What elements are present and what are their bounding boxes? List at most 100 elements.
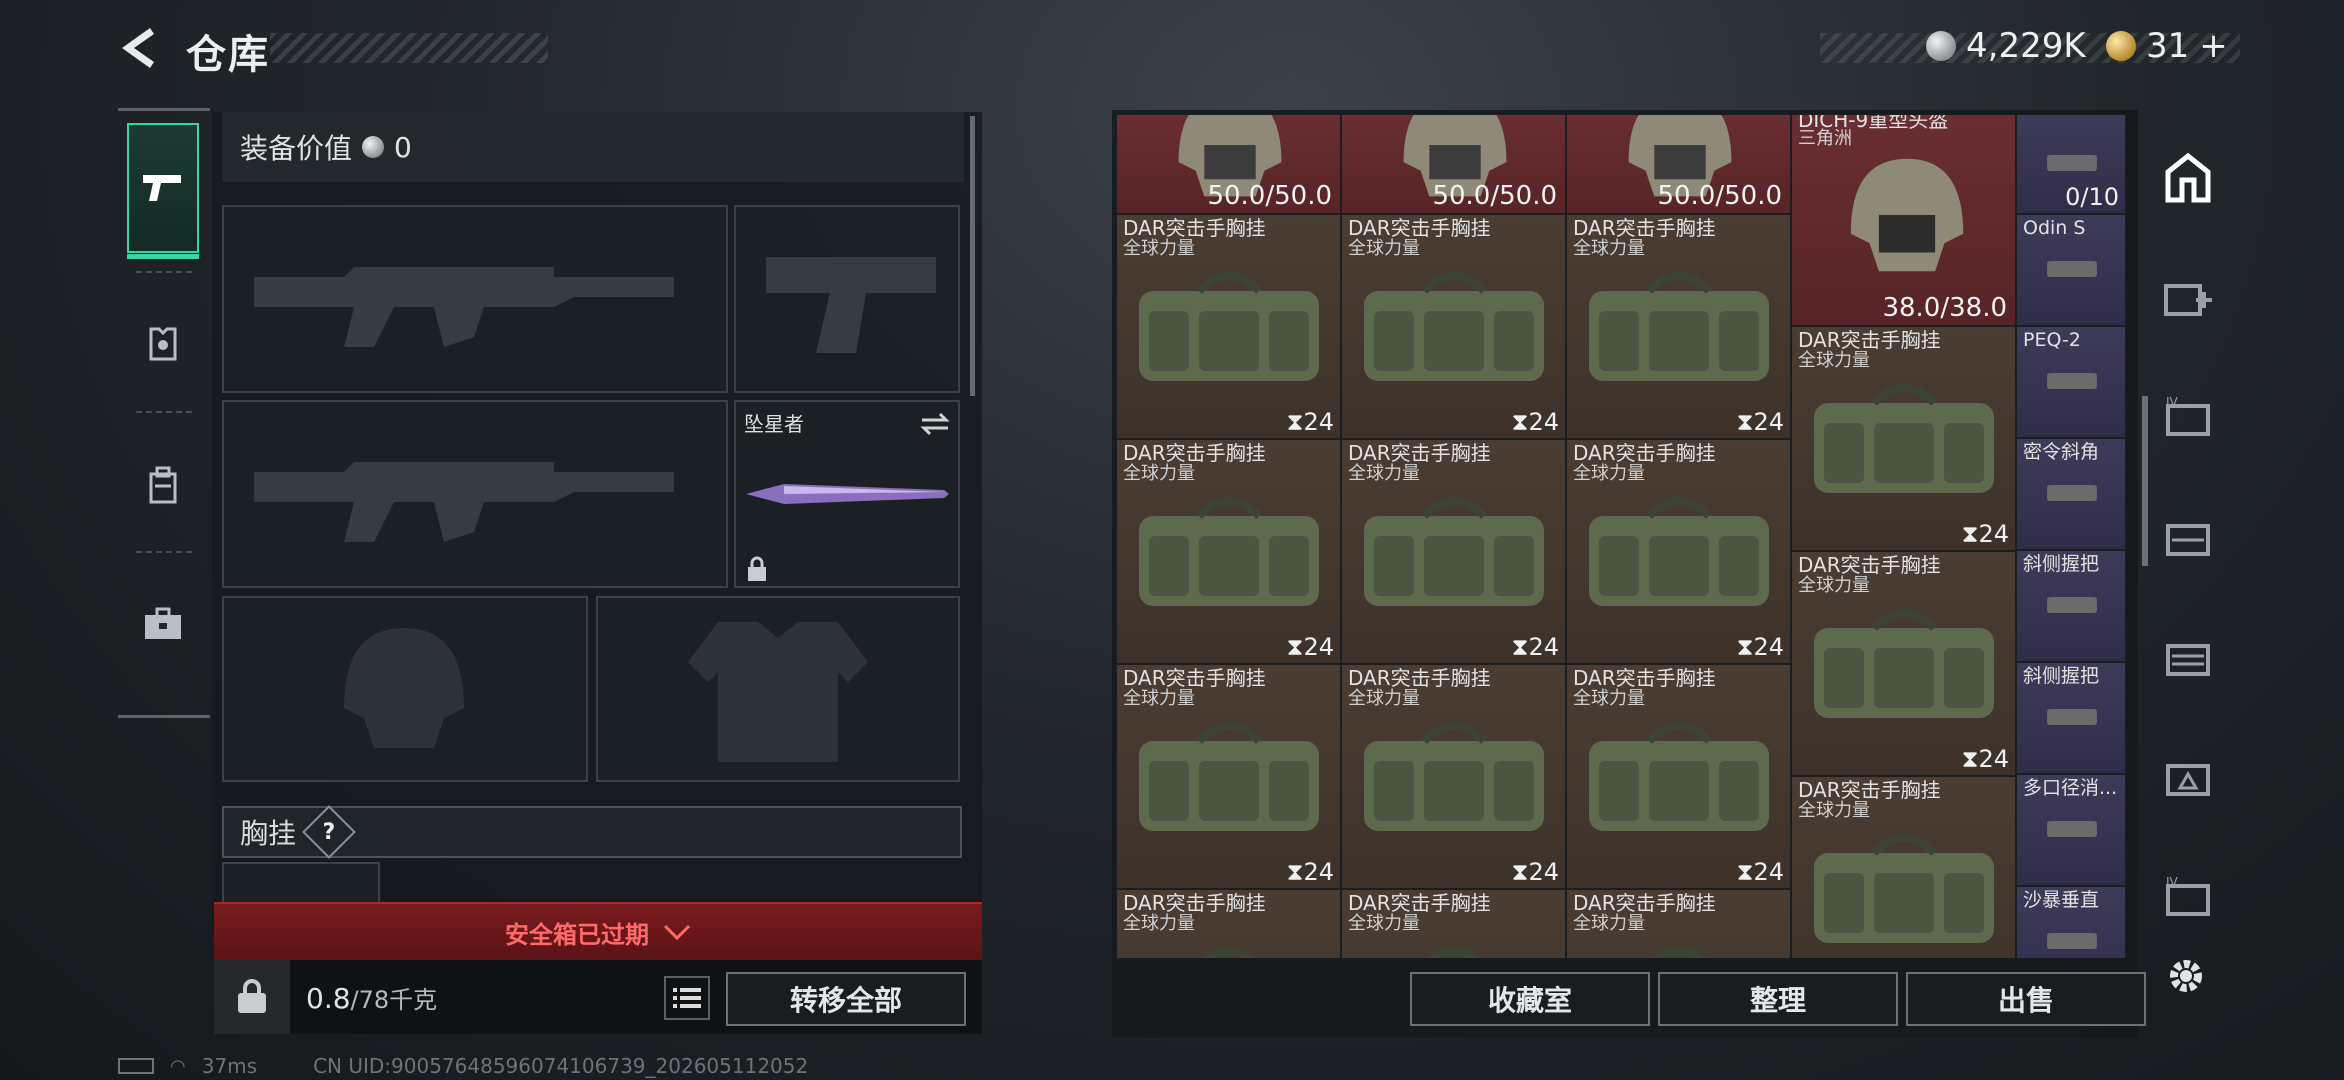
secondary-weapon-slot[interactable] bbox=[734, 205, 960, 393]
equipment-value: 装备价值 0 bbox=[222, 112, 964, 182]
item-subname: 全球力量 bbox=[1123, 913, 1195, 934]
chest-rig-item[interactable]: DAR突击手胸挂 全球力量 ⧗24 bbox=[1791, 326, 2016, 551]
attachment-icon bbox=[2047, 485, 2097, 501]
item-count: ⧗24 bbox=[1511, 633, 1559, 661]
attachment-item[interactable]: 密令斜角 bbox=[2016, 438, 2126, 550]
attachment-name: 密令斜角 bbox=[2023, 441, 2100, 463]
item-subname: 全球力量 bbox=[1573, 688, 1645, 709]
chest-rig-item[interactable]: DAR突击手胸挂 全球力量 ⧗24 bbox=[1341, 439, 1566, 664]
carry-weight: 0.8/78千克 bbox=[306, 980, 437, 1015]
storage-5-icon[interactable]: IV bbox=[2160, 870, 2216, 926]
equipment-value-amount: 0 bbox=[394, 130, 412, 164]
silver-currency: 4,229K bbox=[1926, 26, 2086, 66]
melee-name: 坠星者 bbox=[744, 412, 804, 436]
item-subname: 全球力量 bbox=[1798, 350, 1870, 371]
user-uid: CN UID:90057648596074106739_202605112052 bbox=[313, 1054, 809, 1078]
item-name: DAR突击手胸挂 bbox=[1348, 891, 1491, 915]
stash-home-icon[interactable] bbox=[2160, 150, 2216, 206]
attachment-name: 沙暴垂直 bbox=[2023, 889, 2100, 911]
list-view-button[interactable] bbox=[664, 976, 710, 1020]
swap-icon[interactable] bbox=[920, 412, 950, 436]
helmet-item[interactable]: 50.0/50.0 bbox=[1566, 114, 1791, 214]
sell-button[interactable]: 出售 bbox=[1906, 972, 2146, 1026]
storage-4-icon[interactable]: IV bbox=[2160, 390, 2216, 446]
storage-2-icon[interactable] bbox=[2160, 630, 2216, 686]
helmet-item[interactable]: 50.0/50.0 bbox=[1116, 114, 1341, 214]
chest-rig-slot[interactable] bbox=[222, 862, 380, 902]
item-name: DAR突击手胸挂 bbox=[1798, 778, 1941, 802]
transfer-all-button[interactable]: 转移全部 bbox=[726, 972, 966, 1026]
help-icon[interactable]: ? bbox=[302, 805, 356, 859]
attachment-item[interactable]: 斜侧握把 bbox=[2016, 550, 2126, 662]
chest-rig-item[interactable]: DAR突击手胸挂 全球力量 ⧗24 bbox=[1116, 214, 1341, 439]
wifi-icon: ◠ bbox=[170, 1055, 186, 1077]
chest-rig-item[interactable]: DAR突击手胸挂 全球力量 ⧗24 bbox=[1116, 664, 1341, 889]
chest-rig-item[interactable]: DAR突击手胸挂 全球力量 ⧗24 bbox=[1566, 439, 1791, 664]
safe-box-expired-bar[interactable]: 安全箱已过期 bbox=[214, 902, 982, 960]
attachment-icon bbox=[2047, 261, 2097, 277]
item-subname: 全球力量 bbox=[1123, 463, 1195, 484]
add-storage-icon[interactable] bbox=[2160, 270, 2216, 326]
organize-button[interactable]: 整理 bbox=[1658, 972, 1898, 1026]
collection-room-button[interactable]: 收藏室 bbox=[1410, 972, 1650, 1026]
chest-rig-item[interactable]: DAR突击手胸挂 全球力量 ⧗24 bbox=[1341, 214, 1566, 439]
tab-weapons[interactable] bbox=[127, 123, 199, 259]
item-subname: 全球力量 bbox=[1573, 913, 1645, 934]
attachment-item[interactable]: 多口径消... bbox=[2016, 774, 2126, 886]
primary-weapon-slot[interactable] bbox=[222, 205, 728, 393]
item-subname: 全球力量 bbox=[1573, 463, 1645, 484]
tab-case[interactable] bbox=[127, 559, 199, 689]
helmet-slot[interactable] bbox=[222, 596, 588, 782]
chest-rig-item[interactable]: DAR突击手胸挂 全球力量 ⧗24 bbox=[1116, 439, 1341, 664]
heavy-helmet-item[interactable]: DICH-9重型头盔 三角洲 38.0/38.0 bbox=[1791, 114, 2016, 326]
attachment-item[interactable]: Odin S bbox=[2016, 214, 2126, 326]
item-name: DAR突击手胸挂 bbox=[1123, 666, 1266, 690]
item-count: ⧗24 bbox=[1961, 745, 2009, 773]
helmet-item[interactable]: 50.0/50.0 bbox=[1341, 114, 1566, 214]
durability: 50.0/50.0 bbox=[1207, 181, 1332, 211]
settings-gear-icon[interactable] bbox=[2164, 954, 2208, 998]
chest-rig-item[interactable]: DAR突击手胸挂 全球力量 ⧗24 bbox=[1566, 889, 1791, 958]
stash-scrollbar[interactable] bbox=[2142, 396, 2148, 566]
storage-3-icon[interactable] bbox=[2160, 510, 2216, 566]
item-subname: 全球力量 bbox=[1798, 575, 1870, 596]
tab-armor[interactable] bbox=[127, 279, 199, 409]
attachment-name: Odin S bbox=[2023, 217, 2086, 239]
svg-text:IV: IV bbox=[2166, 396, 2179, 409]
chest-rig-item[interactable]: DAR突击手胸挂 全球力量 ⧗24 bbox=[1791, 551, 2016, 776]
storage-1-icon[interactable] bbox=[2160, 750, 2216, 806]
attachment-item[interactable]: 0/10 bbox=[2016, 114, 2126, 214]
chest-rig-item[interactable]: DAR突击手胸挂 全球力量 ⧗24 bbox=[1341, 889, 1566, 958]
equipment-scrollbar[interactable] bbox=[970, 116, 975, 396]
attachment-item[interactable]: PEQ-2 bbox=[2016, 326, 2126, 438]
chest-rig-label: 胸挂 bbox=[240, 817, 297, 850]
item-name: DAR突击手胸挂 bbox=[1123, 441, 1266, 465]
chest-rig-item[interactable]: DAR突击手胸挂 全球力量 ⧗24 bbox=[1341, 664, 1566, 889]
add-currency-icon[interactable]: + bbox=[2199, 26, 2228, 66]
body-armor-slot[interactable] bbox=[596, 596, 960, 782]
chest-rig-item[interactable]: DAR突击手胸挂 全球力量 ⧗24 bbox=[1116, 889, 1341, 958]
back-arrow-icon[interactable] bbox=[118, 26, 158, 70]
gold-currency[interactable]: 31 + bbox=[2106, 26, 2228, 66]
gold-amount: 31 bbox=[2146, 26, 2190, 66]
attachment-icon bbox=[2047, 933, 2097, 949]
page-title: 仓库 bbox=[186, 32, 270, 78]
tab-backpack[interactable] bbox=[127, 421, 199, 551]
item-subname: 全球力量 bbox=[1348, 688, 1420, 709]
item-name: DAR突击手胸挂 bbox=[1123, 216, 1266, 240]
item-name: DAR突击手胸挂 bbox=[1348, 666, 1491, 690]
category-tabs bbox=[118, 108, 210, 718]
backpack-icon bbox=[149, 466, 177, 504]
melee-slot[interactable]: 坠星者 bbox=[734, 400, 960, 588]
attachment-item[interactable]: 沙暴垂直 bbox=[2016, 886, 2126, 958]
secondary-rifle-slot[interactable] bbox=[222, 400, 728, 588]
attachment-item[interactable]: 斜侧握把 bbox=[2016, 662, 2126, 774]
item-name: DAR突击手胸挂 bbox=[1573, 216, 1716, 240]
chest-rig-item[interactable]: DAR突击手胸挂 全球力量 ⧗24 bbox=[1566, 214, 1791, 439]
item-subname: 全球力量 bbox=[1573, 238, 1645, 259]
gold-coin-icon bbox=[2106, 31, 2136, 61]
attachment-icon bbox=[2047, 155, 2097, 171]
chest-rig-item[interactable]: DAR突击手胸挂 全球力量 ⧗24 bbox=[1566, 664, 1791, 889]
chest-rig-item[interactable]: DAR突击手胸挂 全球力量 ⧗24 bbox=[1791, 776, 2016, 958]
chest-rig-bag-icon bbox=[1814, 384, 1994, 493]
